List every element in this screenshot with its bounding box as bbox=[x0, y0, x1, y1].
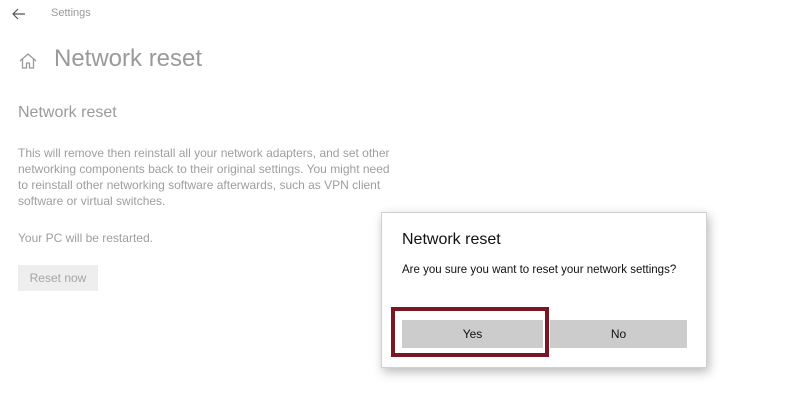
restart-note: Your PC will be restarted. bbox=[18, 231, 153, 245]
dialog-title: Network reset bbox=[402, 231, 501, 248]
confirm-dialog: Network reset Are you sure you want to r… bbox=[381, 212, 707, 368]
dialog-message: Are you sure you want to reset your netw… bbox=[402, 264, 677, 276]
home-icon[interactable] bbox=[18, 51, 38, 71]
page-title: Network reset bbox=[54, 45, 203, 72]
description-text: This will remove then reinstall all your… bbox=[18, 146, 390, 208]
back-button[interactable] bbox=[8, 4, 30, 24]
reset-now-button[interactable]: Reset now bbox=[18, 265, 98, 291]
no-button[interactable]: No bbox=[550, 320, 687, 348]
arrow-left-icon bbox=[12, 8, 25, 20]
yes-button[interactable]: Yes bbox=[402, 320, 543, 348]
section-heading: Network reset bbox=[18, 104, 117, 121]
window-title: Settings bbox=[51, 7, 91, 19]
